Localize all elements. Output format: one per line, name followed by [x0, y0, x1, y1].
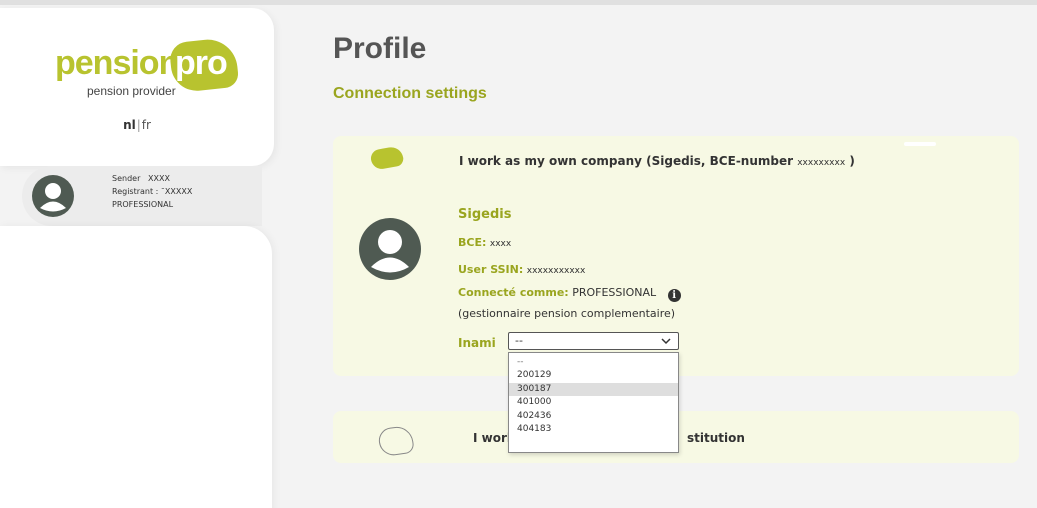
- section-title: Connection settings: [333, 85, 487, 102]
- logo-word-pension: pension: [55, 44, 179, 82]
- language-nl-link[interactable]: nl: [123, 118, 136, 132]
- dropdown-option[interactable]: 404183: [509, 423, 678, 437]
- language-separator: |: [136, 118, 141, 132]
- language-fr-link[interactable]: fr: [142, 118, 151, 132]
- unselected-option-blob-icon[interactable]: [377, 424, 415, 458]
- panel-top-bar: [904, 142, 936, 146]
- page-title: Profile: [333, 32, 427, 65]
- sender-line: Sender XXXX: [112, 172, 192, 185]
- info-icon[interactable]: i: [667, 289, 681, 302]
- registrant-line: Registrant : ¯XXXXX: [112, 185, 192, 198]
- chevron-down-icon: [660, 333, 672, 354]
- own-company-heading: I work as my own company (Sigedis, BCE-n…: [459, 154, 855, 168]
- language-switcher: nl|fr: [0, 118, 274, 132]
- sender-label: Sender: [112, 174, 141, 183]
- role-description: (gestionnaire pension complementaire): [458, 307, 676, 320]
- inami-label: Inami: [458, 336, 496, 350]
- registrant-value: ¯XXXXX: [160, 187, 193, 196]
- connected-line: Connecté comme: PROFESSIONAL i: [458, 286, 681, 302]
- user-info: Sender XXXX Registrant : ¯XXXXX PROFESSI…: [112, 172, 192, 211]
- logo-tagline: pension provider: [87, 84, 176, 98]
- institution-heading-right: stitution: [687, 431, 745, 445]
- connected-value: PROFESSIONAL: [572, 286, 657, 299]
- ssin-label: User SSIN: [458, 263, 519, 276]
- sidebar-nav: [0, 226, 272, 508]
- logo-card: pension pro pension provider nl|fr: [0, 8, 274, 166]
- dropdown-option-empty[interactable]: --: [509, 353, 678, 369]
- top-border: [0, 0, 1037, 5]
- user-avatar-icon: [32, 175, 74, 217]
- own-company-heading-text: I work as my own company (Sigedis, BCE-n…: [459, 154, 794, 168]
- bce-value: xxxx: [489, 239, 512, 249]
- ssin-line: User SSIN: xxxxxxxxxxx: [458, 263, 586, 276]
- sender-value: XXXX: [148, 174, 170, 183]
- inami-dropdown-list: -- 200129 300187 401000 402436 404183: [508, 352, 679, 453]
- own-company-heading-close: ): [849, 154, 855, 168]
- user-role: PROFESSIONAL: [112, 200, 174, 209]
- selected-option-blob-icon[interactable]: [369, 145, 405, 171]
- own-company-panel: I work as my own company (Sigedis, BCE-n…: [333, 136, 1019, 376]
- connected-label: Connecté comme: [458, 286, 565, 299]
- ssin-value: xxxxxxxxxxx: [526, 266, 586, 276]
- company-name: Sigedis: [458, 207, 512, 222]
- logo-word-pro: pro: [175, 44, 228, 82]
- bce-line: BCE: xxxx: [458, 236, 512, 249]
- registrant-label: Registrant :: [112, 187, 159, 196]
- dropdown-option[interactable]: 200129: [509, 369, 678, 383]
- inami-selected-value: --: [515, 334, 523, 347]
- dropdown-option-highlighted[interactable]: 300187: [509, 382, 678, 396]
- bce-label: BCE: [458, 236, 482, 249]
- pensionpro-logo[interactable]: pension pro pension provider: [55, 36, 245, 110]
- inami-select[interactable]: --: [508, 332, 679, 350]
- dropdown-option[interactable]: 402436: [509, 410, 678, 424]
- dropdown-option[interactable]: 401000: [509, 396, 678, 410]
- user-card[interactable]: Sender XXXX Registrant : ¯XXXXX PROFESSI…: [22, 166, 262, 226]
- company-avatar-icon: [359, 218, 421, 280]
- bce-number-value: xxxxxxxxx: [797, 158, 846, 168]
